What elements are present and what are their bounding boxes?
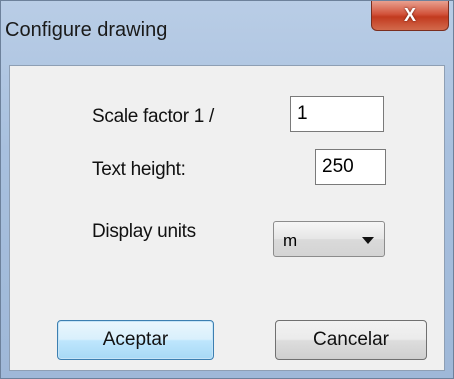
window-title: Configure drawing <box>5 19 168 41</box>
dialog-body: Scale factor 1 / Text height: Display un… <box>9 65 445 371</box>
close-icon: X <box>403 5 416 25</box>
dialog-window: Configure drawing X Scale factor 1 / Tex… <box>0 0 454 379</box>
text-height-label: Text height: <box>92 159 186 180</box>
accept-button-label: Aceptar <box>102 329 169 350</box>
accept-button[interactable]: Aceptar <box>57 320 214 360</box>
cancel-button-label: Cancelar <box>312 329 390 350</box>
scale-factor-label: Scale factor 1 / <box>92 106 214 127</box>
display-units-label: Display units <box>92 221 196 242</box>
title-bar[interactable]: Configure drawing X <box>1 1 453 65</box>
close-button[interactable]: X <box>371 1 449 31</box>
text-height-input[interactable] <box>315 149 386 185</box>
cancel-button[interactable]: Cancelar <box>275 320 427 360</box>
display-units-select[interactable]: m <box>273 221 385 257</box>
display-units-value: m <box>283 231 298 250</box>
chevron-down-icon <box>362 237 374 244</box>
scale-factor-input[interactable] <box>290 96 384 132</box>
